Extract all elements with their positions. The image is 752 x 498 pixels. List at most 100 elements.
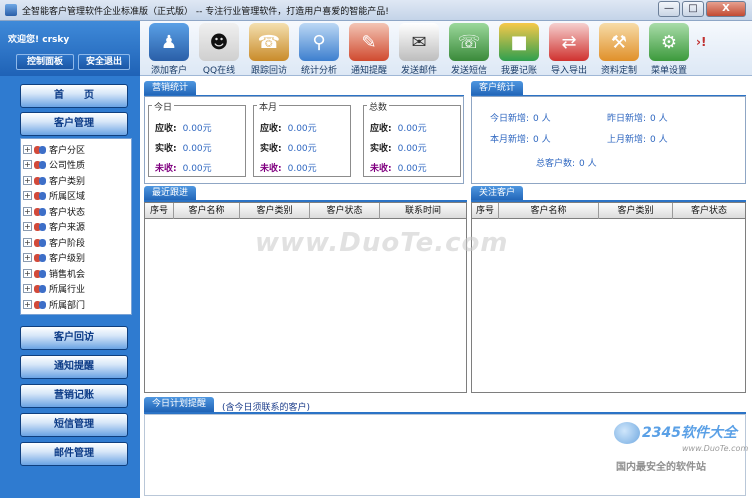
- col-header[interactable]: 客户类别: [240, 203, 310, 219]
- tree-item[interactable]: + 客户类别: [23, 173, 85, 188]
- nav-sms-mgmt-button[interactable]: 短信管理: [20, 413, 128, 437]
- title-bar: 全智能客户管理软件企业标准版（正式版） -- 专注行业管理软件，打造用户喜爱的智…: [0, 0, 752, 21]
- expand-icon[interactable]: +: [23, 269, 32, 278]
- tab-customer-stats[interactable]: 客户统计: [471, 81, 524, 96]
- customize-tools-icon: ⚒: [599, 23, 639, 61]
- receivable-row: 应收: 0.00元: [370, 124, 427, 134]
- receivable-row: 应收: 0.00元: [155, 124, 212, 134]
- col-header[interactable]: 客户类别: [599, 203, 673, 219]
- menu-settings-icon: ⚙: [649, 23, 689, 61]
- tree-item[interactable]: + 客户级别: [23, 250, 85, 265]
- tree-item[interactable]: + 销售机会: [23, 266, 85, 281]
- toolbar-notice[interactable]: ✎ 通知提醒: [344, 23, 394, 76]
- site-logo: 2345软件大全 www.DuoTe.com 国内最安全的软件站: [612, 418, 750, 476]
- magnifier-chart-icon: ⚲: [299, 23, 339, 61]
- col-header[interactable]: 序号: [145, 203, 174, 219]
- people-icon: [34, 300, 46, 310]
- tree-item[interactable]: + 所属区域: [23, 188, 85, 203]
- recent-grid-header: 序号 客户名称 客户类别 客户状态 联系时间: [145, 203, 466, 219]
- expand-icon[interactable]: +: [23, 253, 32, 262]
- expand-icon[interactable]: +: [23, 238, 32, 247]
- nav-home-button[interactable]: 首 页: [20, 84, 128, 108]
- nav-customer-visit-button[interactable]: 客户回访: [20, 326, 128, 350]
- tab-sales-stats[interactable]: 营销统计: [144, 81, 197, 96]
- minimize-button[interactable]: —: [658, 1, 680, 17]
- tree-item[interactable]: + 公司性质: [23, 157, 85, 172]
- toolbar-statistics[interactable]: ⚲ 统计分析: [294, 23, 344, 76]
- people-icon: [34, 191, 46, 201]
- add-customer-icon: ♟: [149, 23, 189, 61]
- toolbar-send-mail[interactable]: ✉ 发送邮件: [394, 23, 444, 76]
- toolbar-menu-settings[interactable]: ⚙ 菜单设置: [644, 23, 694, 76]
- received-row: 实收: 0.00元: [155, 144, 212, 154]
- nav-notice-button[interactable]: 通知提醒: [20, 355, 128, 379]
- tree-item[interactable]: + 客户阶段: [23, 235, 85, 250]
- site-watermark: www.DuoTe.com: [255, 228, 509, 258]
- tree-item[interactable]: + 所属部门: [23, 297, 85, 312]
- cloud-mascot-icon: [614, 422, 640, 444]
- people-icon: [34, 176, 46, 186]
- expand-icon[interactable]: +: [23, 191, 32, 200]
- expand-icon[interactable]: +: [23, 300, 32, 309]
- unreceived-row: 未收: 0.00元: [155, 164, 212, 174]
- tree-item[interactable]: + 客户来源: [23, 219, 85, 234]
- sales-total-box: 总数 应收: 0.00元 实收: 0.00元 未收: 0.00元: [363, 100, 461, 177]
- people-icon: [34, 284, 46, 294]
- focus-customers-grid: 序号 客户名称 客户类别 客户状态: [471, 202, 746, 393]
- col-header[interactable]: 联系时间: [380, 203, 466, 219]
- expand-icon[interactable]: +: [23, 207, 32, 216]
- people-icon: [34, 222, 46, 232]
- ledger-blocks-icon: ■: [499, 23, 539, 61]
- welcome-text: 欢迎您! crsky: [8, 35, 70, 45]
- nav-mail-mgmt-button[interactable]: 邮件管理: [20, 442, 128, 466]
- import-export-icon: ⇄: [549, 23, 589, 61]
- tree-item[interactable]: + 客户分区: [23, 142, 85, 157]
- expand-icon[interactable]: +: [23, 160, 32, 169]
- safe-exit-button[interactable]: 安全退出: [78, 54, 130, 70]
- tab-focus-customers[interactable]: 关注客户: [471, 186, 524, 201]
- app-icon: [5, 4, 17, 16]
- expand-icon[interactable]: +: [23, 222, 32, 231]
- sales-stats-panel: 今日 应收: 0.00元 实收: 0.00元 未收: 0.00元 本月 应收: 0.00…: [144, 96, 464, 184]
- toolbar-send-sms[interactable]: ☏ 发送短信: [444, 23, 494, 76]
- expand-icon[interactable]: +: [23, 145, 32, 154]
- today-new-stat: 今日新增: 0 人: [490, 114, 551, 124]
- tree-item[interactable]: + 客户状态: [23, 204, 85, 219]
- nav-marketing-ledger-button[interactable]: 营销记账: [20, 384, 128, 408]
- toolbar-import-export[interactable]: ⇄ 导入导出: [544, 23, 594, 76]
- toolbar-follow-up[interactable]: ☎ 跟踪回访: [244, 23, 294, 76]
- follow-up-icon: ☎: [249, 23, 289, 61]
- toolbar-qq-online[interactable]: ☻ QQ在线: [194, 23, 244, 76]
- maximize-button[interactable]: □: [682, 1, 704, 17]
- tab-recent-follow[interactable]: 最近跟进: [144, 186, 197, 201]
- col-header[interactable]: 客户状态: [310, 203, 380, 219]
- qq-icon: ☻: [199, 23, 239, 61]
- window-title: 全智能客户管理软件企业标准版（正式版） -- 专注行业管理软件，打造用户喜爱的智…: [22, 7, 389, 17]
- unreceived-row: 未收: 0.00元: [370, 164, 427, 174]
- tree-item[interactable]: + 所属行业: [23, 281, 85, 296]
- received-row: 实收: 0.00元: [260, 144, 317, 154]
- people-icon: [34, 238, 46, 248]
- people-icon: [34, 145, 46, 155]
- toolbar-customize[interactable]: ⚒ 资料定制: [594, 23, 644, 76]
- toolbar-ledger[interactable]: ■ 我要记账: [494, 23, 544, 76]
- tab-today-plan[interactable]: 今日计划提醒: [144, 397, 215, 412]
- lastmonth-new-stat: 上月新增: 0 人: [607, 135, 668, 145]
- toolbar-more-icon[interactable]: ›!: [696, 35, 706, 49]
- main-toolbar: ♟ 添加客户 ☻ QQ在线 ☎ 跟踪回访 ⚲ 统计分析 ✎ 通知提醒 ✉ 发送邮…: [140, 21, 752, 76]
- nav-customer-mgmt-button[interactable]: 客户管理: [20, 112, 128, 136]
- close-button[interactable]: X: [706, 1, 746, 17]
- mail-icon: ✉: [399, 23, 439, 61]
- expand-icon[interactable]: +: [23, 284, 32, 293]
- month-new-stat: 本月新增: 0 人: [490, 135, 551, 145]
- total-customers-stat: 总客户数: 0 人: [536, 159, 597, 169]
- unreceived-row: 未收: 0.00元: [260, 164, 317, 174]
- col-header[interactable]: 序号: [472, 203, 499, 219]
- col-header[interactable]: 客户名称: [174, 203, 240, 219]
- expand-icon[interactable]: +: [23, 176, 32, 185]
- receivable-row: 应收: 0.00元: [260, 124, 317, 134]
- col-header[interactable]: 客户状态: [673, 203, 745, 219]
- control-panel-button[interactable]: 控制面板: [16, 54, 74, 70]
- toolbar-add-customer[interactable]: ♟ 添加客户: [144, 23, 194, 76]
- col-header[interactable]: 客户名称: [499, 203, 599, 219]
